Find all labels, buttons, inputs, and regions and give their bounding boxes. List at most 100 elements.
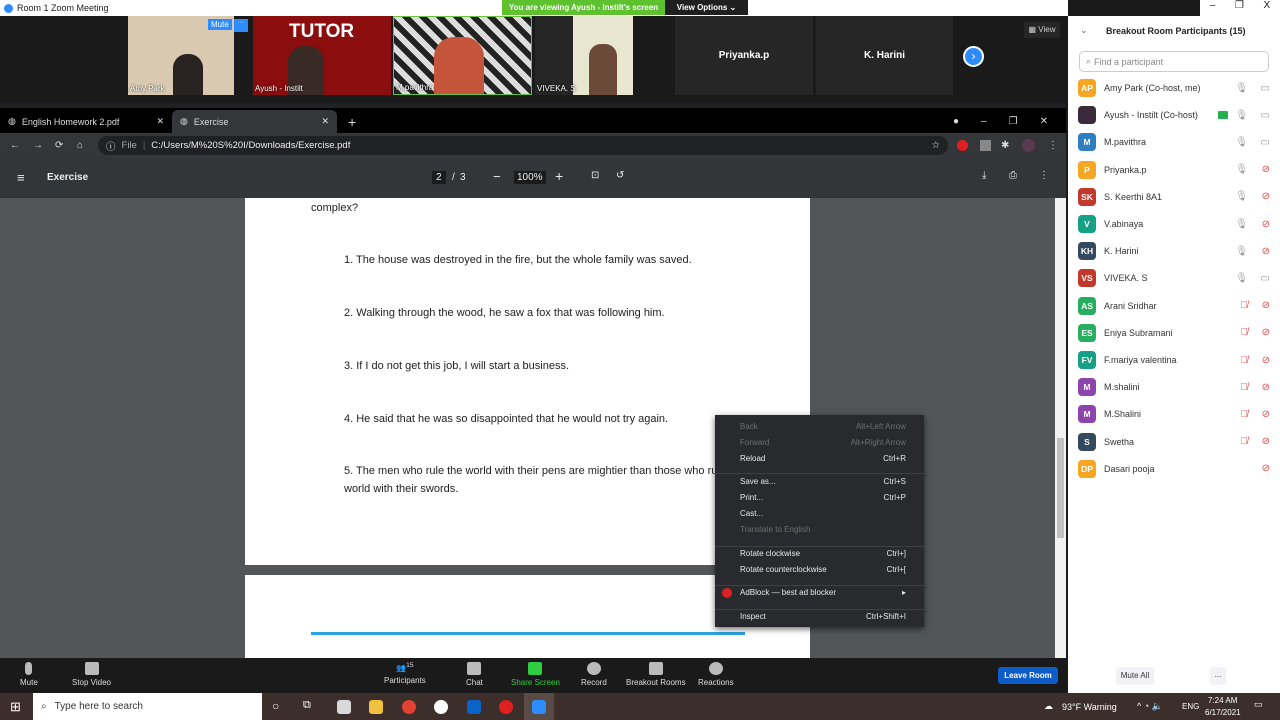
microphone-icon[interactable]: 🎙: [1235, 219, 1248, 230]
participant-row[interactable]: P Priyanka.p 🎙 ⊘: [1078, 160, 1270, 180]
participant-row[interactable]: ES Eniya Subramani 🎙̸ ⊘: [1078, 323, 1270, 343]
chat-button[interactable]: Chat: [466, 662, 483, 687]
microphone-icon[interactable]: 🎙: [1235, 273, 1248, 284]
participants-button[interactable]: 👥15 Participants: [384, 662, 426, 685]
collapse-chevron-icon[interactable]: ⌄: [1080, 25, 1088, 36]
download-icon[interactable]: ⤓: [982, 170, 986, 181]
video-off-icon[interactable]: ⊘: [1262, 300, 1270, 311]
video-off-icon[interactable]: ⊘: [1262, 463, 1270, 474]
rotate-icon[interactable]: ↺: [616, 170, 624, 181]
mute-button[interactable]: Mute: [20, 662, 38, 687]
close-tab-icon[interactable]: ✕: [156, 116, 164, 127]
task-view-icon[interactable]: ⧉: [303, 699, 311, 712]
microphone-icon[interactable]: 🎙: [1235, 137, 1248, 148]
participant-row[interactable]: M M.pavithra 🎙 ▭: [1078, 132, 1270, 152]
participant-row[interactable]: AS Arani Sridhar 🎙̸ ⊘: [1078, 296, 1270, 316]
video-off-icon[interactable]: ⊘: [1262, 382, 1270, 393]
fit-page-icon[interactable]: ⊡: [591, 170, 599, 181]
menu-icon[interactable]: ≡: [17, 170, 25, 185]
store-icon[interactable]: [337, 700, 351, 714]
adblock-icon[interactable]: [957, 140, 968, 151]
view-button[interactable]: ▦ View: [1024, 22, 1060, 38]
minimize-button[interactable]: –: [1210, 0, 1216, 16]
zoom-out-button[interactable]: −: [493, 169, 501, 184]
microphone-icon[interactable]: 🎙: [1235, 110, 1248, 121]
record-button[interactable]: Record: [581, 662, 607, 687]
context-menu-item[interactable]: Forward Alt+Right Arrow: [740, 438, 906, 447]
zoom-level-input[interactable]: 100%: [514, 171, 546, 184]
minimize-icon[interactable]: –: [981, 116, 987, 127]
forward-icon[interactable]: →: [33, 140, 43, 151]
more-options-button[interactable]: ...: [1210, 667, 1226, 685]
print-icon[interactable]: ⎙: [1009, 170, 1017, 181]
weather-text[interactable]: 93°F Warning: [1062, 702, 1117, 712]
participant-search-input[interactable]: ⌕ Find a participant: [1079, 51, 1269, 72]
more-button[interactable]: ···: [234, 19, 248, 32]
context-menu-item[interactable]: Rotate clockwise Ctrl+]: [740, 549, 906, 558]
video-off-icon[interactable]: ⊘: [1262, 327, 1270, 338]
new-tab-button[interactable]: +: [340, 110, 364, 133]
extension-icon[interactable]: [980, 140, 991, 151]
close-tab-icon[interactable]: ✕: [321, 116, 329, 127]
view-options-button[interactable]: View Options ⌄: [665, 0, 748, 15]
microphone-icon[interactable]: 🎙: [1235, 83, 1248, 94]
video-off-icon[interactable]: ⊘: [1262, 191, 1270, 202]
microphone-muted-icon[interactable]: 🎙̸: [1241, 327, 1249, 338]
mute-all-button[interactable]: Mute All: [1116, 667, 1154, 685]
participant-row[interactable]: SK S. Keerthi 8A1 🎙 ⊘: [1078, 187, 1270, 207]
microphone-muted-icon[interactable]: 🎙̸: [1241, 409, 1249, 420]
context-menu-item[interactable]: Rotate counterclockwise Ctrl+[: [740, 565, 906, 574]
scrollbar[interactable]: [1055, 198, 1066, 658]
microphone-icon[interactable]: 🎙: [1235, 246, 1248, 257]
video-off-icon[interactable]: ⊘: [1262, 436, 1270, 447]
video-off-icon[interactable]: ⊘: [1262, 164, 1270, 175]
language-indicator[interactable]: ENG: [1182, 702, 1199, 711]
mute-button[interactable]: Mute: [208, 19, 232, 30]
chrome-icon[interactable]: [402, 700, 416, 714]
participant-row[interactable]: FV F.mariya valentina 🎙̸ ⊘: [1078, 350, 1270, 370]
video-tile-ayush[interactable]: TUTOR Ayush - Instilt: [253, 16, 391, 95]
microphone-muted-icon[interactable]: 🎙̸: [1241, 300, 1249, 311]
video-tile-priyanka[interactable]: Priyanka.p: [675, 16, 813, 95]
cortana-icon[interactable]: ○: [272, 699, 279, 713]
notifications-icon[interactable]: ▭: [1254, 699, 1263, 710]
context-menu-item[interactable]: Print... Ctrl+P: [740, 493, 906, 502]
context-menu-item[interactable]: Inspect Ctrl+Shift+I: [740, 612, 906, 621]
avatar[interactable]: [1022, 139, 1035, 152]
next-page-arrow-icon[interactable]: ›: [963, 46, 984, 67]
more-icon[interactable]: ⋮: [1039, 170, 1049, 181]
close-icon[interactable]: ✕: [1040, 116, 1048, 127]
bookmark-star-icon[interactable]: ☆: [931, 140, 940, 151]
video-tile-amy[interactable]: Mute Amy Park: [128, 16, 234, 95]
microphone-muted-icon[interactable]: 🎙̸: [1241, 355, 1249, 366]
zoom-app-icon[interactable]: [532, 700, 546, 714]
clock-date[interactable]: 6/17/2021: [1205, 708, 1241, 717]
clock-time[interactable]: 7:24 AM: [1208, 696, 1237, 705]
video-tile-viveka[interactable]: VIVEKA. S: [535, 16, 633, 95]
participant-row[interactable]: KH K. Harini 🎙 ⊘: [1078, 241, 1270, 261]
tab-exercise[interactable]: ◍ Exercise ✕: [172, 110, 337, 133]
video-off-icon[interactable]: ⊘: [1262, 219, 1270, 230]
video-icon[interactable]: ▭: [1261, 110, 1270, 121]
participant-row[interactable]: DP Dasari pooja ⊘: [1078, 459, 1270, 479]
context-menu-item[interactable]: Translate to English: [740, 525, 906, 534]
outlook-icon[interactable]: [467, 700, 481, 714]
page-number-input[interactable]: 2: [432, 171, 446, 184]
home-icon[interactable]: ⌂: [77, 140, 83, 151]
reload-icon[interactable]: ⟳: [55, 140, 63, 151]
back-icon[interactable]: ←: [10, 140, 20, 151]
youtube-music-icon[interactable]: [499, 700, 513, 714]
context-menu-item[interactable]: AdBlock — best ad blocker ▸: [740, 588, 906, 597]
participant-row[interactable]: VS VIVEKA. S 🎙 ▭: [1078, 268, 1270, 288]
participant-row[interactable]: M M.Shalini 🎙̸ ⊘: [1078, 404, 1270, 424]
taskbar-search-input[interactable]: ⌕ Type here to search: [33, 693, 262, 720]
windows-start-icon[interactable]: ⊞: [10, 699, 21, 715]
microphone-muted-icon[interactable]: 🎙̸: [1241, 436, 1249, 447]
video-icon[interactable]: ▭: [1261, 83, 1270, 94]
share-screen-button[interactable]: Share Screen: [511, 662, 560, 687]
extensions-puzzle-icon[interactable]: ✱: [1001, 140, 1009, 151]
context-menu-item[interactable]: Reload Ctrl+R: [740, 454, 906, 463]
zoom-in-button[interactable]: +: [555, 168, 563, 184]
video-icon[interactable]: ▭: [1261, 137, 1270, 148]
tab-english-homework[interactable]: ◍ English Homework 2.pdf ✕: [0, 110, 172, 133]
